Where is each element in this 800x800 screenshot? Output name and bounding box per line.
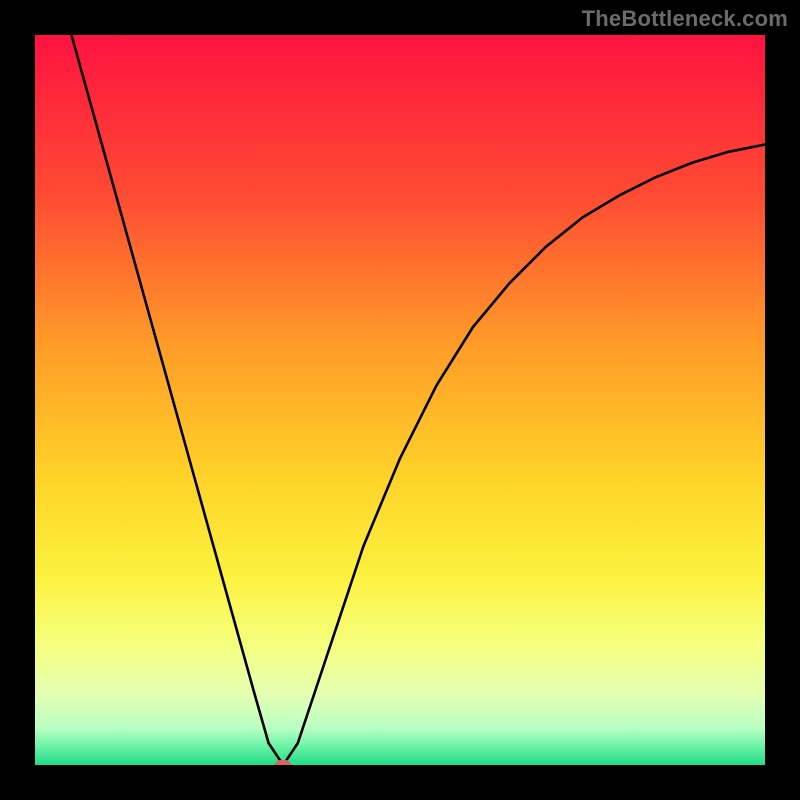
chart-frame: TheBottleneck.com [0,0,800,800]
background-gradient [35,35,765,765]
optimal-point-marker [275,760,291,765]
plot-area [35,35,765,765]
watermark-text: TheBottleneck.com [582,6,788,32]
